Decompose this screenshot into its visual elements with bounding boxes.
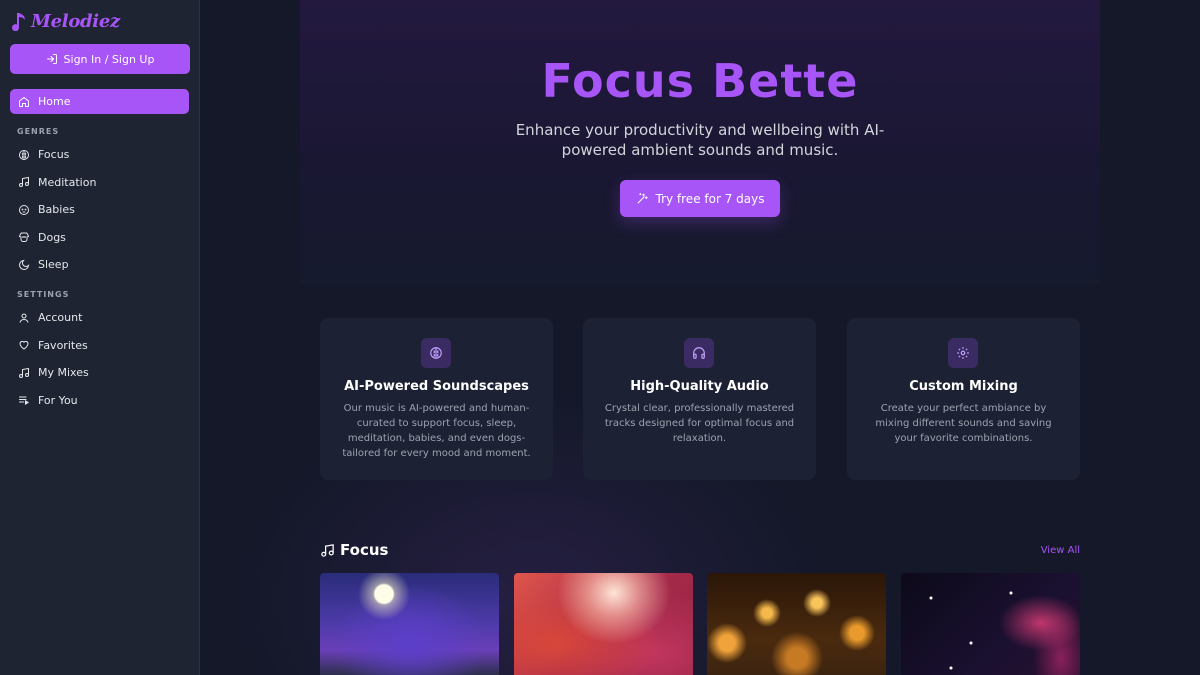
sidebar-item-label: Favorites	[38, 338, 88, 352]
track-thumbnail[interactable]	[320, 573, 499, 675]
sidebar-item-label: Dogs	[38, 230, 66, 244]
dog-icon	[18, 231, 30, 243]
sidebar-item-meditation[interactable]: Meditation	[10, 170, 189, 195]
music-note-icon	[10, 11, 28, 31]
sidebar-item-label: Account	[38, 311, 83, 324]
track-thumbnail[interactable]	[901, 573, 1080, 675]
music-note-icon	[18, 176, 30, 188]
sidebar-item-label: Sleep	[38, 258, 69, 271]
logo-text: Melodiez	[31, 10, 120, 32]
view-all-link[interactable]: View All	[1041, 545, 1080, 556]
sidebar-item-label: Babies	[38, 203, 75, 216]
sidebar-item-dogs[interactable]: Dogs	[10, 225, 189, 250]
sidebar-item-account[interactable]: Account	[10, 305, 189, 330]
home-icon	[18, 96, 30, 108]
feature-title: Custom Mixing	[909, 379, 1018, 394]
sidebar-item-home[interactable]: Home	[10, 89, 189, 114]
focus-section-title: Focus	[320, 541, 388, 559]
track-thumbnail[interactable]	[514, 573, 693, 675]
magic-wand-icon	[636, 192, 649, 205]
try-free-button[interactable]: Try free for 7 days	[620, 180, 780, 217]
moon-icon	[18, 259, 30, 271]
gear-icon	[948, 338, 978, 368]
sidebar-item-favorites[interactable]: Favorites	[10, 333, 189, 358]
feature-card: High-Quality Audio Crystal clear, profes…	[583, 318, 816, 480]
heart-icon	[18, 339, 30, 351]
focus-track-list	[320, 573, 1080, 675]
sidebar-item-label: Meditation	[38, 175, 97, 189]
sidebar: Melodiez Sign In / Sign Up Home GENRES F…	[0, 0, 200, 675]
playlist-icon	[18, 394, 30, 406]
feature-description: Our music is AI-powered and human-curate…	[342, 403, 531, 459]
hero-title: Focus Bette	[541, 54, 859, 108]
sidebar-item-label: Home	[38, 95, 71, 108]
hero: Focus Bette Enhance your productivity an…	[300, 0, 1100, 285]
login-icon	[46, 53, 58, 65]
hero-subtitle: Enhance your productivity and wellbeing …	[515, 121, 885, 159]
user-icon	[18, 312, 30, 324]
sidebar-item-focus[interactable]: Focus	[10, 142, 189, 167]
sidebar-item-label: My Mixes	[38, 366, 89, 379]
feature-description: Crystal clear, professionally mastered t…	[604, 403, 795, 444]
sidebar-item-label: For You	[38, 393, 78, 407]
main-content: Focus Bette Enhance your productivity an…	[200, 0, 1200, 675]
feature-card: AI-Powered Soundscapes Our music is AI-p…	[320, 318, 553, 480]
feature-title: High-Quality Audio	[630, 379, 769, 394]
music-note-icon	[320, 543, 335, 558]
sidebar-item-sleep[interactable]: Sleep	[10, 252, 189, 277]
section-title-text: Focus	[340, 541, 389, 559]
sign-in-label: Sign In / Sign Up	[63, 52, 155, 66]
baby-face-icon	[18, 204, 30, 216]
feature-description: Create your perfect ambiance by mixing d…	[875, 403, 1052, 444]
track-thumbnail[interactable]	[707, 573, 886, 675]
music-note-icon	[18, 367, 30, 379]
genres-heading: GENRES	[17, 127, 60, 136]
settings-heading: SETTINGS	[17, 290, 70, 299]
sign-in-button[interactable]: Sign In / Sign Up	[10, 44, 190, 74]
sidebar-item-my-mixes[interactable]: My Mixes	[10, 360, 189, 385]
try-free-label: Try free for 7 days	[655, 191, 765, 206]
focus-section-header: Focus View All	[320, 540, 1080, 560]
sidebar-item-babies[interactable]: Babies	[10, 197, 189, 222]
sidebar-item-label: Focus	[38, 148, 70, 161]
sidebar-item-for-you[interactable]: For You	[10, 388, 189, 413]
feature-title: AI-Powered Soundscapes	[344, 379, 529, 394]
brain-icon	[421, 338, 451, 368]
features: AI-Powered Soundscapes Our music is AI-p…	[320, 318, 1080, 480]
feature-card: Custom Mixing Create your perfect ambian…	[847, 318, 1080, 480]
logo[interactable]: Melodiez	[10, 8, 189, 34]
headphones-icon	[684, 338, 714, 368]
brain-icon	[18, 149, 30, 161]
